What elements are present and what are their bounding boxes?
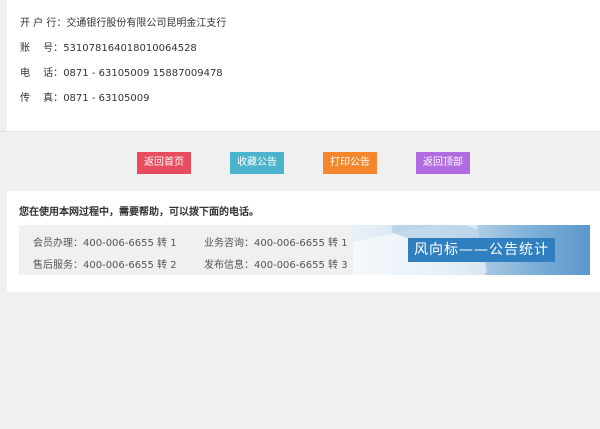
banner-text: 风向标——公告统计	[408, 238, 555, 262]
phone-row: 电 话：0871 - 63105009 15887009478	[20, 64, 223, 79]
print-button[interactable]: 打印公告	[323, 152, 377, 174]
contact-box: 会员办理：400-006-6655 转 1 业务咨询：400-006-6655 …	[19, 225, 353, 275]
fax-value: 0871 - 63105009	[63, 93, 150, 104]
fax-label: 传 真：	[20, 93, 64, 104]
help-title: 您在使用本网过程中，需要帮助，可以拨下面的电话。	[19, 207, 259, 218]
account-row: 账 号：531078164018010064528	[20, 39, 197, 54]
contact-after-sales: 售后服务：400-006-6655 转 2	[33, 260, 177, 271]
contact-publish: 发布信息：400-006-6655 转 3	[204, 260, 348, 271]
bank-row: 开 户 行：交通银行股份有限公司昆明金江支行	[20, 14, 226, 29]
favorite-button[interactable]: 收藏公告	[230, 152, 284, 174]
contact-consulting: 业务咨询：400-006-6655 转 1	[204, 238, 348, 249]
divider	[0, 131, 600, 132]
company-info-card: 开 户 行：交通银行股份有限公司昆明金江支行 账 号：5310781640180…	[7, 0, 600, 131]
help-card: 您在使用本网过程中，需要帮助，可以拨下面的电话。 会员办理：400-006-66…	[7, 191, 600, 292]
contact-membership: 会员办理：400-006-6655 转 1	[33, 238, 177, 249]
stats-banner[interactable]: 风向标——公告统计	[353, 225, 590, 275]
back-top-button[interactable]: 返回顶部	[416, 152, 470, 174]
back-home-button[interactable]: 返回首页	[137, 152, 191, 174]
bank-value: 交通银行股份有限公司昆明金江支行	[66, 18, 227, 29]
phone-value: 0871 - 63105009 15887009478	[63, 68, 223, 79]
bank-label: 开 户 行：	[20, 18, 67, 29]
account-label: 账 号：	[20, 43, 64, 54]
account-value: 531078164018010064528	[63, 43, 197, 54]
fax-row: 传 真：0871 - 63105009	[20, 89, 150, 104]
phone-label: 电 话：	[20, 68, 64, 79]
